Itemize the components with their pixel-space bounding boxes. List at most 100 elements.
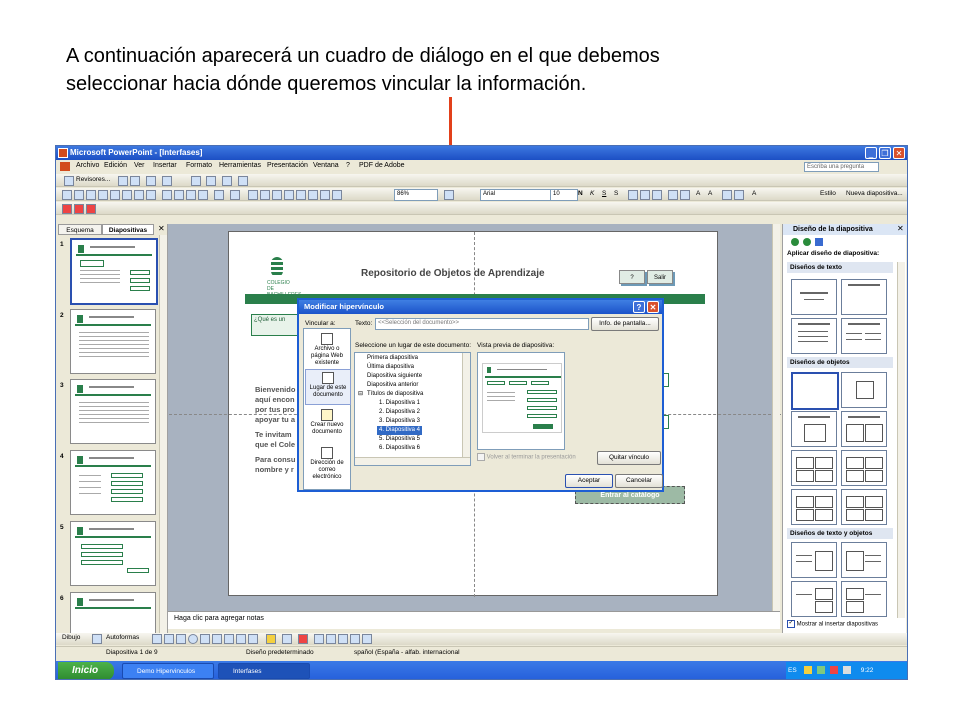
return-after-show-checkbox[interactable] <box>477 453 485 461</box>
reviewer-icon[interactable] <box>64 176 74 186</box>
redo-icon[interactable] <box>230 190 240 200</box>
layout-objects-text[interactable] <box>841 581 887 617</box>
delete-comment-icon[interactable] <box>222 176 232 186</box>
shadow-button[interactable]: S <box>614 190 618 197</box>
slide-thumbnail[interactable] <box>70 521 156 586</box>
link-new-document[interactable]: Crear nuevo documento <box>305 407 349 441</box>
notes-pane[interactable]: Haga clic para agregar notas <box>168 611 780 629</box>
tree-item[interactable]: Diapositiva anterior <box>367 381 418 390</box>
tree-item[interactable]: Primera diapositiva <box>367 354 418 363</box>
tree-scrollbar-h[interactable] <box>355 457 470 465</box>
menu-ver[interactable]: Ver <box>134 162 145 169</box>
tree-item[interactable]: 3. Diapositiva 3 <box>379 417 420 426</box>
layout-blank[interactable] <box>791 372 839 410</box>
tree-item[interactable]: 5. Diapositiva 5 <box>379 435 420 444</box>
tree-item[interactable]: Diapositiva siguiente <box>367 372 422 381</box>
layout-object-grid[interactable] <box>791 489 837 525</box>
new-icon[interactable] <box>62 190 72 200</box>
taskbar-interfases[interactable]: Interfases <box>218 663 310 679</box>
chart-icon[interactable] <box>248 190 258 200</box>
start-button[interactable]: Inicio <box>58 662 114 679</box>
close-pane-icon[interactable]: ✕ <box>158 224 165 233</box>
tab-diapositivas[interactable]: Diapositivas <box>102 224 154 235</box>
preview-icon[interactable] <box>134 190 144 200</box>
layout-title-2-content[interactable] <box>841 411 887 447</box>
menu-pdf[interactable]: PDF de Adobe <box>359 162 405 169</box>
expand-all-icon[interactable] <box>296 190 306 200</box>
display-text-input[interactable]: <<Selección del documento>> <box>375 318 589 330</box>
dialog-help-icon[interactable]: ? <box>633 301 645 313</box>
tree-item[interactable]: 6. Diapositiva 6 <box>379 444 420 453</box>
new-slide-button[interactable]: Nueva diapositiva... <box>846 190 903 197</box>
menu-presentacion[interactable]: Presentación <box>267 162 308 169</box>
help-icon[interactable] <box>444 190 454 200</box>
slides-scrollbar[interactable] <box>159 235 167 634</box>
tree-item[interactable]: Títulos de diapositiva <box>367 390 423 399</box>
spelling-icon[interactable] <box>146 190 156 200</box>
slide-thumbnail[interactable] <box>70 238 158 305</box>
font-size-select[interactable]: 10 <box>550 189 578 201</box>
forward-icon[interactable] <box>803 238 811 246</box>
revisores-dropdown[interactable]: Revisores... <box>76 176 110 183</box>
underline-button[interactable]: S <box>602 190 606 197</box>
print-icon[interactable] <box>122 190 132 200</box>
pdf-review-icon[interactable] <box>86 204 96 214</box>
close-task-pane-icon[interactable]: ✕ <box>897 224 904 233</box>
tray-shield-icon[interactable] <box>804 666 813 675</box>
design-button[interactable]: Estilo <box>820 190 836 197</box>
dialog-close-icon[interactable]: ✕ <box>647 301 659 313</box>
menu-insertar[interactable]: Insertar <box>153 162 177 169</box>
layout-text-objects[interactable] <box>791 581 837 617</box>
layout-content[interactable] <box>841 372 887 408</box>
increase-indent-icon[interactable] <box>734 190 744 200</box>
dash-style-icon[interactable] <box>326 634 336 644</box>
zoom-select[interactable]: 86% <box>394 189 438 201</box>
line-icon[interactable] <box>152 634 162 644</box>
ask-question-input[interactable]: Escriba una pregunta <box>804 162 879 172</box>
link-existing-file[interactable]: Archivo o página Web existente <box>305 331 349 367</box>
doc-icon[interactable] <box>60 162 70 171</box>
italic-button[interactable]: K <box>590 190 594 197</box>
color-grayscale-icon[interactable] <box>332 190 342 200</box>
select-objects-icon[interactable] <box>92 634 102 644</box>
layout-title-text[interactable] <box>791 318 837 354</box>
line-color-icon[interactable] <box>282 634 292 644</box>
link-place-in-document[interactable]: Lugar de este documento <box>305 369 351 405</box>
cut-icon[interactable] <box>162 190 172 200</box>
exit-slide-button[interactable]: Salir <box>647 270 673 284</box>
screentip-button[interactable]: Info. de pantalla... <box>591 317 659 331</box>
layout-title-only[interactable] <box>841 279 887 315</box>
font-select[interactable]: Arial <box>480 189 552 201</box>
open-icon[interactable] <box>74 190 84 200</box>
menu-formato[interactable]: Formato <box>186 162 212 169</box>
tray-language[interactable]: ES <box>788 667 797 674</box>
tab-esquema[interactable]: Esquema <box>58 224 102 235</box>
font-color-button[interactable]: A <box>752 190 756 197</box>
decrease-font-button[interactable]: A <box>708 190 712 197</box>
canvas-scrollbar[interactable] <box>772 224 780 611</box>
next-change-icon[interactable] <box>130 176 140 186</box>
tables-borders-icon[interactable] <box>272 190 282 200</box>
layout-object-text[interactable] <box>841 542 887 578</box>
tree-scrollbar-v[interactable] <box>462 353 470 457</box>
new-slide-icon[interactable] <box>284 190 294 200</box>
menu-edicion[interactable]: Edición <box>104 162 127 169</box>
align-center-icon[interactable] <box>640 190 650 200</box>
layout-title-slide[interactable] <box>791 279 837 315</box>
show-formatting-icon[interactable] <box>308 190 318 200</box>
pdf-email-icon[interactable] <box>74 204 84 214</box>
pdf-convert-icon[interactable] <box>62 204 72 214</box>
menu-ayuda[interactable]: ? <box>346 162 350 169</box>
restore-icon[interactable]: ❐ <box>879 147 891 159</box>
shadow-style-icon[interactable] <box>350 634 360 644</box>
font-color-icon[interactable] <box>298 634 308 644</box>
permission-icon[interactable] <box>98 190 108 200</box>
show-on-insert-checkbox[interactable]: ✓ <box>787 620 795 628</box>
format-painter-icon[interactable] <box>198 190 208 200</box>
table-icon[interactable] <box>260 190 270 200</box>
edit-comment-icon[interactable] <box>206 176 216 186</box>
slide-thumbnail[interactable] <box>70 592 156 634</box>
layout-title-content[interactable] <box>791 411 837 447</box>
menu-archivo[interactable]: Archivo <box>76 162 99 169</box>
layout-text-object[interactable] <box>791 542 837 578</box>
